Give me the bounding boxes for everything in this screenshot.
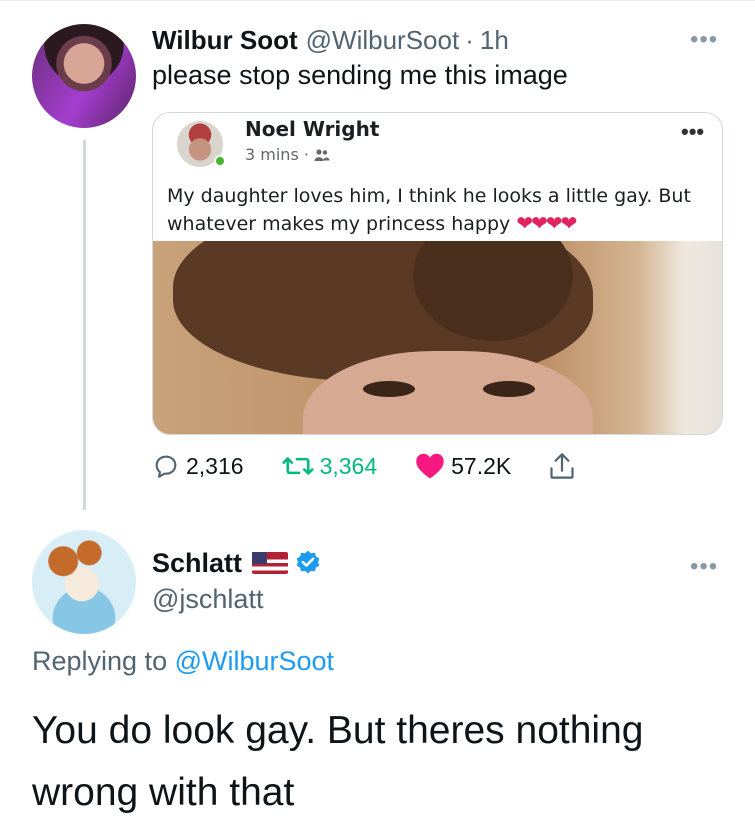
fb-post-text: My daughter loves him, I think he looks … <box>167 183 717 238</box>
fb-post-body: My daughter loves him, I think he looks … <box>167 185 691 235</box>
replying-to-line: Replying to @WilburSoot <box>32 646 334 677</box>
hearts-emoji-icon: ❤❤❤❤ <box>516 211 577 235</box>
fb-more-icon: ••• <box>681 119 705 144</box>
thread-connector-line <box>83 140 86 510</box>
like-count: 57.2K <box>451 452 512 479</box>
photo-eye-right <box>483 381 535 397</box>
photo-eye-left <box>363 381 415 397</box>
reply-display-name[interactable]: Schlatt <box>152 548 242 579</box>
fb-photo <box>153 241 722 434</box>
timestamp[interactable]: 1h <box>480 25 509 56</box>
reply-count: 2,316 <box>186 452 244 479</box>
tweet-image[interactable]: Noel Wright 3 mins · ••• My daughter lov… <box>152 112 723 435</box>
fb-post-meta: 3 mins · <box>245 145 330 164</box>
like-button[interactable]: 57.2K <box>415 452 511 480</box>
reply-user-handle[interactable]: @jschlatt <box>152 584 263 615</box>
tweet-text: please stop sending me this image <box>152 60 568 90</box>
top-divider <box>0 0 755 1</box>
more-options-icon[interactable]: ••• <box>690 28 718 52</box>
reply-button[interactable]: 2,316 <box>152 452 244 480</box>
retweet-count: 3,364 <box>319 452 378 479</box>
reply-more-options-icon[interactable]: ••• <box>690 555 718 579</box>
replying-to-link[interactable]: @WilburSoot <box>175 646 334 676</box>
reply-header: Schlatt <box>152 546 322 580</box>
fb-author-name: Noel Wright <box>245 117 380 141</box>
online-status-icon <box>214 155 226 167</box>
us-flag-icon <box>252 552 289 574</box>
user-handle[interactable]: @WilburSoot <box>306 25 460 56</box>
tweet-header: Wilbur Soot @WilburSoot · 1h <box>152 24 509 56</box>
heart-icon <box>416 453 444 479</box>
friends-icon <box>314 148 330 161</box>
replying-to-prefix: Replying to <box>32 646 175 676</box>
retweet-button[interactable]: 3,364 <box>282 452 378 480</box>
verified-badge-icon <box>296 550 320 574</box>
fb-post-time: 3 mins · <box>245 145 309 164</box>
share-icon <box>550 453 574 479</box>
display-name[interactable]: Wilbur Soot <box>152 25 298 56</box>
reply-tweet-text: You do look gay. But theres nothing wron… <box>32 709 644 814</box>
retweet-icon <box>282 457 314 475</box>
separator-dot: · <box>465 24 474 55</box>
reply-icon <box>155 455 177 478</box>
share-button[interactable] <box>549 452 575 480</box>
avatar-schlatt[interactable] <box>32 530 136 634</box>
tweet-actions: 2,316 3,364 57.2K <box>152 446 613 486</box>
avatar-wilbur[interactable] <box>32 24 136 128</box>
